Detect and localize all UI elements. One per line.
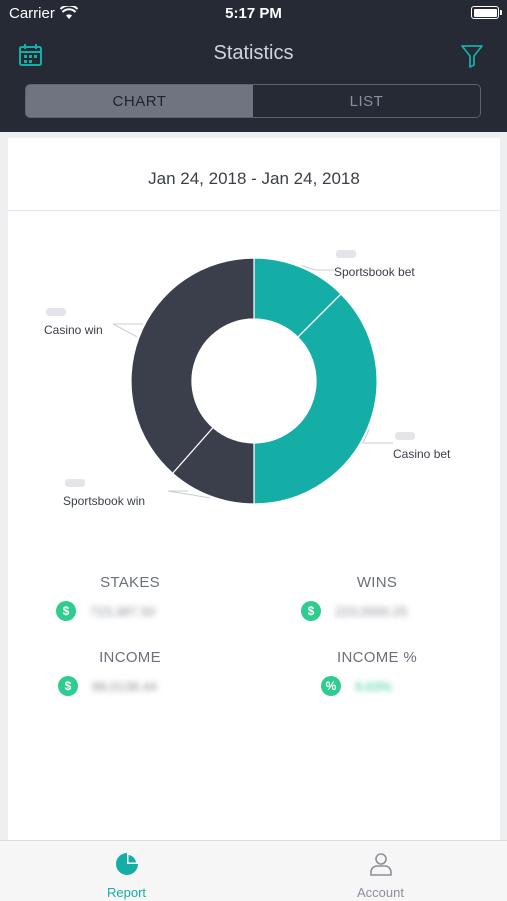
- tab-list[interactable]: LIST: [253, 85, 480, 117]
- percent-icon: %: [321, 676, 341, 696]
- slice-label: Sportsbook win: [63, 494, 145, 508]
- stakes-label: STAKES: [100, 574, 160, 591]
- stakes-row: $ 723,387.50: [56, 601, 155, 621]
- percent-label-obscured: [65, 479, 85, 487]
- percent-label-obscured: [395, 432, 415, 440]
- percent-label-obscured: [46, 308, 66, 316]
- battery-icon: [471, 6, 499, 19]
- dollar-icon: $: [56, 601, 76, 621]
- pie-chart-icon: [115, 853, 138, 875]
- tab-account-label: Account: [357, 885, 404, 900]
- percent-label-obscured: [336, 250, 356, 258]
- income-row: $ 88,0138.44: [58, 676, 157, 696]
- battery-tip: [500, 10, 502, 15]
- slice-label: Casino bet: [393, 447, 451, 461]
- dollar-icon: $: [301, 601, 321, 621]
- slice-label: Casino win: [44, 323, 103, 337]
- view-segmented-control: CHART LIST: [25, 84, 481, 118]
- filter-icon[interactable]: [460, 44, 484, 68]
- donut-slice-casino-bet[interactable]: [253, 293, 378, 505]
- top-header: Carrier 5:17 PM Statistics CHART LIST: [0, 0, 507, 132]
- wins-value: 223,0000.25: [335, 603, 408, 619]
- tab-report-label: Report: [106, 885, 147, 900]
- leader-line: [362, 428, 393, 444]
- income-value: 88,0138.44: [92, 678, 158, 694]
- tab-report[interactable]: Report: [0, 841, 253, 901]
- leader-line: [112, 323, 143, 338]
- slice-label: Sportsbook bet: [334, 265, 415, 279]
- page-title: Statistics: [213, 42, 294, 64]
- statistics-card: Jan 24, 2018 - Jan 24, 2018 Sportsbook b…: [8, 138, 500, 840]
- income-label: INCOME: [99, 649, 161, 666]
- status-time: 5:17 PM: [225, 5, 282, 22]
- user-icon: [369, 853, 392, 876]
- wins-label: WINS: [356, 574, 398, 591]
- bottom-tab-bar: Report Account: [0, 840, 507, 901]
- income-percent-row: % 9.63%: [321, 676, 392, 696]
- dollar-icon: $: [58, 676, 78, 696]
- donut-chart: Sportsbook bet Casino bet Sportsbook win Ca…: [44, 250, 451, 508]
- status-bar: Carrier 5:17 PM: [0, 0, 507, 28]
- wins-row: $ 223,0000.25: [301, 601, 407, 621]
- income-percent-value: 9.63%: [355, 678, 392, 694]
- stakes-value: 723,387.50: [90, 603, 156, 619]
- tab-chart[interactable]: CHART: [26, 85, 253, 117]
- income-percent-label: INCOME %: [337, 649, 417, 666]
- tab-account[interactable]: Account: [254, 841, 507, 901]
